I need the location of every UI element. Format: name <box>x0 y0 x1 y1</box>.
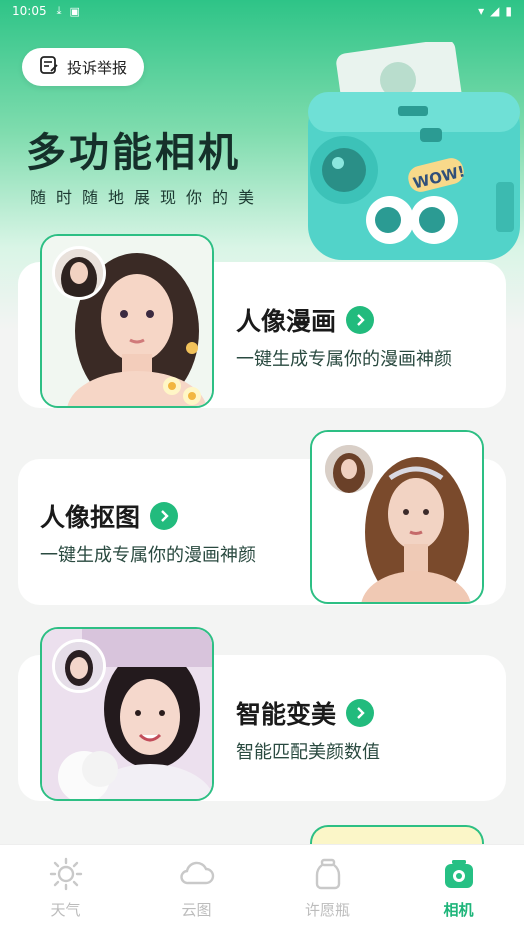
portrait-comic-image[interactable] <box>40 234 214 408</box>
page-subtitle: 随时随地展现你的美 <box>30 188 265 207</box>
portrait-comic-original-avatar <box>52 246 106 300</box>
smart-beauty-image[interactable] <box>40 627 214 801</box>
status-bar: 10:05 ⤓ ▣ ▾ ◢ ▮ <box>0 0 524 22</box>
chevron-right-icon <box>346 306 375 334</box>
smart-beauty-original-avatar <box>52 639 106 693</box>
sun-icon <box>49 857 83 895</box>
jar-icon <box>311 857 345 895</box>
tab-weather-label: 天气 <box>50 900 81 919</box>
bottom-tab-bar: 天气 云图 许愿瓶 相机 <box>0 844 524 931</box>
portrait-comic-label: 人像漫画 <box>236 307 337 336</box>
portrait-cutout-image[interactable] <box>310 430 484 604</box>
card-smart-beauty-title[interactable]: 智能变美 <box>236 695 375 731</box>
card-portrait-cutout-desc: 一键生成专属你的漫画神颜 <box>40 545 256 566</box>
cloud-icon <box>179 857 215 895</box>
tab-cloud-map[interactable]: 云图 <box>131 845 262 931</box>
tab-camera[interactable]: 相机 <box>393 845 524 931</box>
portrait-cutout-original-avatar <box>322 442 376 496</box>
tab-wishing-bottle[interactable]: 许愿瓶 <box>262 845 393 931</box>
card-portrait-comic-desc: 一键生成专属你的漫画神颜 <box>236 349 452 370</box>
page-title: 多功能相机 <box>26 130 241 176</box>
wifi-icon: ▾ <box>478 4 485 18</box>
download-icon: ⤓ <box>56 4 62 17</box>
camera-illustration: WOW! <box>300 39 522 268</box>
battery-icon: ▮ <box>505 4 512 18</box>
report-label: 投诉举报 <box>66 58 127 77</box>
card-smart-beauty-desc: 智能匹配美颜数值 <box>236 742 380 763</box>
portrait-cutout-label: 人像抠图 <box>40 503 141 532</box>
camera-icon <box>442 857 476 895</box>
notification-icon: ▣ <box>69 4 80 18</box>
tab-camera-label: 相机 <box>443 900 474 919</box>
chevron-right-icon <box>150 502 179 530</box>
smart-beauty-label: 智能变美 <box>236 700 337 729</box>
status-time: 10:05 <box>12 4 47 18</box>
report-icon <box>39 55 59 79</box>
chevron-right-icon <box>346 699 375 727</box>
tab-cloud-map-label: 云图 <box>181 900 212 919</box>
card-portrait-cutout-title[interactable]: 人像抠图 <box>40 498 179 534</box>
card-portrait-comic-title[interactable]: 人像漫画 <box>236 302 375 338</box>
report-button[interactable]: 投诉举报 <box>22 48 144 86</box>
signal-icon: ◢ <box>490 4 500 18</box>
tab-weather[interactable]: 天气 <box>0 845 131 931</box>
tab-wishing-bottle-label: 许愿瓶 <box>304 900 350 919</box>
